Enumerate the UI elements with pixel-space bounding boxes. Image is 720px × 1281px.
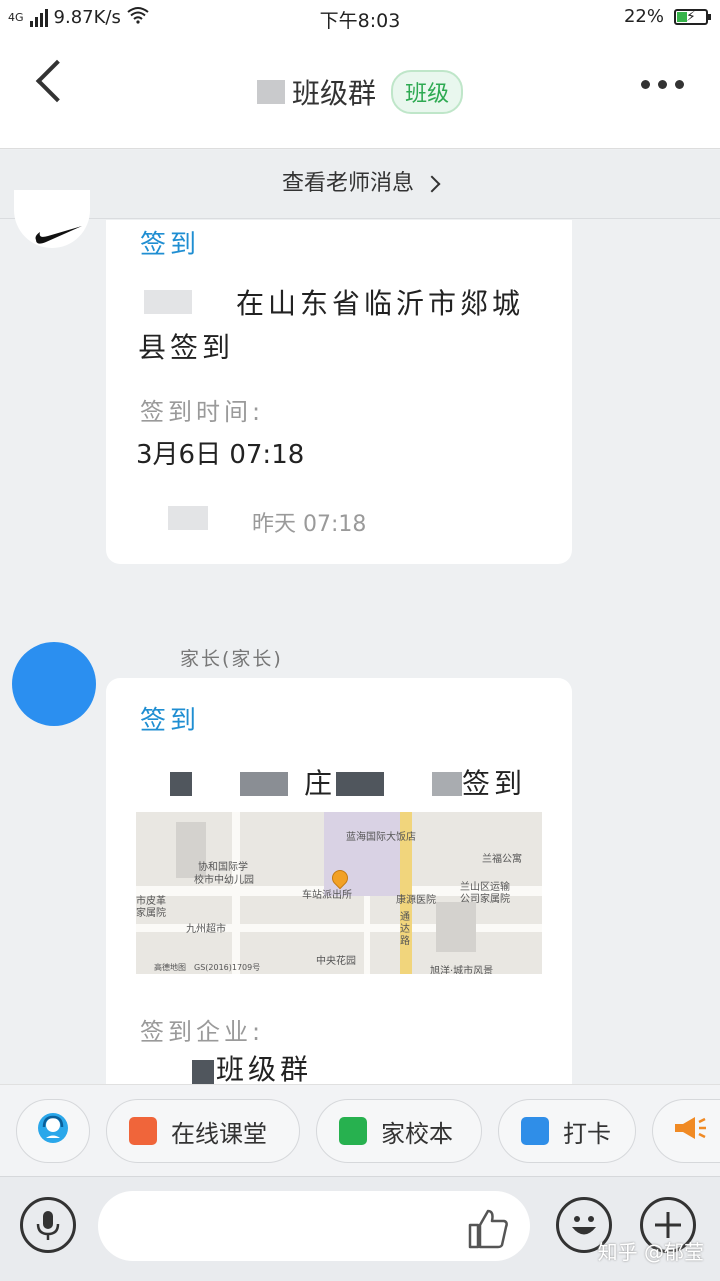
redacted-block bbox=[192, 1060, 214, 1084]
checkin-location-line2: 县签到 bbox=[138, 331, 235, 364]
group-title: 班级群 bbox=[291, 77, 376, 110]
map-label: 校市中幼儿园 bbox=[194, 875, 254, 886]
redacted-block bbox=[256, 80, 285, 104]
redacted-block bbox=[170, 772, 192, 796]
calendar-check-icon bbox=[521, 1117, 549, 1145]
battery-percent: 22% bbox=[623, 6, 664, 27]
location-map[interactable]: 蓝海国际大饭店 兰福公寓 协和国际学 校市中幼儿园 车站派出所 康源医院 兰山区… bbox=[136, 812, 542, 974]
redacted-block bbox=[432, 772, 462, 796]
status-right: 22% ⚡ bbox=[623, 6, 711, 27]
location-fragment: 庄 bbox=[304, 767, 337, 800]
message-input[interactable] bbox=[98, 1191, 530, 1261]
map-label: 旭洋·城市风景 bbox=[430, 966, 494, 974]
megaphone-icon bbox=[673, 1114, 707, 1148]
map-label: 车站派出所 bbox=[302, 890, 352, 901]
checkin-label: 打卡 bbox=[563, 1119, 611, 1148]
redacted-block bbox=[168, 506, 208, 530]
microphone-icon[interactable] bbox=[20, 1197, 76, 1253]
checkin-time-value: 3月6日 07:18 bbox=[136, 440, 305, 470]
customer-service-button[interactable] bbox=[16, 1099, 90, 1163]
company-label: 签到企业: bbox=[140, 1018, 265, 1046]
notice-button[interactable] bbox=[652, 1099, 720, 1163]
map-label: 家属院 bbox=[136, 908, 166, 919]
checkin-card[interactable]: 签到 在山东省临沂市郯城 县签到 签到时间: 3月6日 07:18 昨天 07:… bbox=[106, 220, 572, 564]
status-bar: 4G 9.87K/s 下午8:03 22% ⚡ bbox=[0, 0, 720, 36]
battery-icon: ⚡ bbox=[674, 8, 711, 25]
headset-icon bbox=[36, 1111, 70, 1151]
map-label: 中央花园 bbox=[316, 956, 356, 967]
map-label: 康源医院 bbox=[396, 895, 436, 906]
checkin-button[interactable]: 打卡 bbox=[498, 1099, 636, 1163]
location-fragment: 签到 bbox=[462, 767, 527, 800]
view-teacher-messages[interactable]: 查看老师消息 bbox=[0, 150, 720, 219]
checkin-type: 签到 bbox=[140, 230, 201, 260]
thumbs-up-icon[interactable] bbox=[466, 1207, 510, 1260]
map-label: GS(2016)1709号 bbox=[194, 963, 261, 972]
teacher-bar-label: 查看老师消息 bbox=[281, 171, 414, 196]
checkin-location-line1: 在山东省临沂市郯城 bbox=[236, 287, 525, 320]
checkin-type: 签到 bbox=[140, 706, 201, 736]
message-meta: 昨天 07:18 bbox=[252, 512, 367, 537]
homework-book-label: 家校本 bbox=[381, 1119, 453, 1148]
clock: 下午8:03 bbox=[319, 10, 401, 32]
map-label: 九州超市 bbox=[186, 924, 226, 935]
chevron-right-icon bbox=[423, 175, 441, 193]
redacted-block bbox=[144, 290, 192, 314]
online-classroom-label: 在线课堂 bbox=[171, 1119, 267, 1148]
map-label: 兰福公寓 bbox=[482, 854, 522, 865]
quick-toolbar: 在线课堂 家校本 打卡 bbox=[0, 1084, 720, 1177]
class-tag: 班级 bbox=[391, 70, 464, 114]
homework-book-button[interactable]: 家校本 bbox=[316, 1099, 482, 1163]
notebook-icon bbox=[339, 1117, 367, 1145]
sender-name: 家长(家长) bbox=[180, 648, 283, 670]
classroom-icon bbox=[129, 1117, 157, 1145]
map-label: 蓝海国际大饭店 bbox=[346, 832, 416, 843]
map-label: 高德地图 bbox=[154, 963, 186, 972]
watermark: 知乎 @郁莹 bbox=[597, 1240, 704, 1264]
input-bar bbox=[0, 1176, 720, 1281]
avatar[interactable] bbox=[12, 642, 96, 726]
chat-header: 班级群 班级 bbox=[0, 36, 720, 149]
map-label: 公司家属院 bbox=[460, 894, 510, 905]
checkin-card[interactable]: 签到 庄 签到 蓝海国际大饭店 兰福公寓 协和国际学 校市中幼儿园 车站派出所 … bbox=[106, 678, 572, 1088]
online-classroom-button[interactable]: 在线课堂 bbox=[106, 1099, 300, 1163]
title-wrap: 班级群 班级 bbox=[0, 70, 720, 114]
more-menu-icon[interactable] bbox=[641, 80, 684, 89]
redacted-block bbox=[336, 772, 384, 796]
swoosh-logo-icon bbox=[34, 224, 84, 252]
checkin-time-label: 签到时间: bbox=[140, 398, 265, 426]
map-label: 路 bbox=[400, 936, 410, 947]
redacted-block bbox=[240, 772, 288, 796]
